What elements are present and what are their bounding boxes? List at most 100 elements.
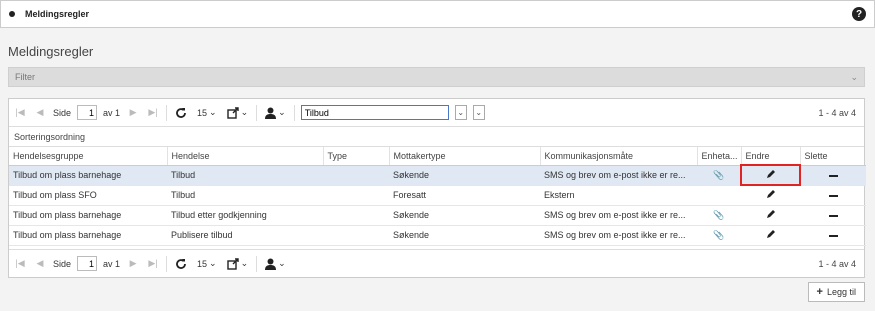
- cell-comm: Ekstern: [540, 185, 697, 206]
- first-page-icon[interactable]: |◀: [13, 105, 27, 121]
- page-size-select[interactable]: 15 ⌄: [195, 256, 219, 272]
- cell-comm: SMS og brev om e-post ikke er re...: [540, 225, 697, 246]
- pager-bottom: |◀ ◀ Side av 1 ▶ ▶| 15 ⌄ ⌄ ⌄ 1 - 4 av 4: [9, 249, 864, 277]
- user-menu-button[interactable]: ⌄: [263, 256, 288, 272]
- of-label: av 1: [103, 258, 121, 269]
- search-dropdown-icon[interactable]: ⌄: [472, 105, 485, 120]
- page-number-input[interactable]: [77, 105, 98, 120]
- column-header[interactable]: Hendelsesgruppe: [9, 147, 168, 166]
- user-menu-button[interactable]: ⌄: [263, 105, 288, 121]
- chevron-down-icon: ⌄: [278, 107, 286, 117]
- bullet-icon: [9, 11, 15, 17]
- app-header: Meldingsregler ?: [0, 0, 875, 28]
- side-label: Side: [53, 107, 72, 118]
- divider: [166, 104, 168, 121]
- record-count: 1 - 4 av 4: [818, 107, 856, 118]
- pencil-icon: [766, 190, 775, 198]
- cell-type: [323, 165, 389, 186]
- refresh-icon[interactable]: [173, 256, 189, 272]
- rules-table: Hendelsesgruppe Hendelse Type Mottakerty…: [9, 147, 866, 246]
- pencil-icon: [766, 170, 775, 178]
- cell-type: [323, 185, 389, 206]
- next-page-icon[interactable]: ▶: [126, 105, 140, 121]
- page-size-select[interactable]: 15 ⌄: [195, 105, 219, 121]
- paperclip-icon[interactable]: 📎: [697, 225, 741, 246]
- chevron-down-icon: ⌄: [209, 107, 217, 117]
- page-number-input[interactable]: [77, 256, 98, 271]
- edit-button[interactable]: [741, 225, 800, 246]
- minus-icon: [828, 234, 838, 237]
- divider: [256, 104, 258, 121]
- export-button[interactable]: ⌄: [225, 105, 251, 121]
- delete-button[interactable]: [800, 165, 866, 186]
- table-row[interactable]: Tilbud om plass barnehage Tilbud Søkende…: [9, 164, 866, 186]
- cell-event: Tilbud etter godkjenning: [167, 205, 323, 226]
- sort-order-label: Sorteringsordning: [14, 131, 86, 142]
- of-label: av 1: [103, 107, 121, 118]
- column-header[interactable]: Enheta...: [697, 147, 742, 166]
- header-title: Meldingsregler: [25, 9, 90, 19]
- cell-type: [323, 205, 389, 226]
- pencil-icon: [766, 230, 775, 238]
- edit-button[interactable]: [741, 185, 800, 206]
- cell-group: Tilbud om plass barnehage: [9, 225, 167, 246]
- chevron-down-icon: ⌄: [209, 258, 217, 268]
- page-title: Meldingsregler: [8, 44, 94, 59]
- plus-icon: +: [816, 286, 823, 298]
- paperclip-icon[interactable]: 📎: [697, 205, 741, 226]
- column-header[interactable]: Slette: [800, 147, 866, 166]
- last-page-icon[interactable]: ▶|: [146, 256, 160, 272]
- add-button[interactable]: + Legg til: [807, 282, 865, 302]
- cell-event: Tilbud: [167, 165, 323, 186]
- search-dropdown-icon[interactable]: ⌄: [454, 105, 467, 120]
- first-page-icon[interactable]: |◀: [13, 256, 27, 272]
- page-size-value: 15: [197, 258, 208, 269]
- prev-page-icon[interactable]: ◀: [33, 256, 47, 272]
- last-page-icon[interactable]: ▶|: [146, 105, 160, 121]
- attachment-cell: [697, 185, 741, 206]
- column-header[interactable]: Type: [323, 147, 390, 166]
- export-icon: [226, 106, 239, 119]
- prev-page-icon[interactable]: ◀: [33, 105, 47, 121]
- export-button[interactable]: ⌄: [225, 256, 251, 272]
- search-input[interactable]: [300, 105, 449, 120]
- column-header-edit[interactable]: Endre: [741, 147, 801, 166]
- help-icon[interactable]: ?: [852, 7, 866, 21]
- divider: [166, 255, 168, 272]
- column-header[interactable]: Kommunikasjonsmåte: [540, 147, 698, 166]
- paperclip-icon[interactable]: 📎: [697, 165, 741, 186]
- next-page-icon[interactable]: ▶: [126, 256, 140, 272]
- chevron-down-icon: ⌄: [278, 258, 286, 268]
- column-header[interactable]: Mottakertype: [389, 147, 541, 166]
- sort-order-bar[interactable]: Sorteringsordning: [9, 127, 864, 147]
- edit-button[interactable]: [741, 205, 800, 226]
- minus-icon: [828, 174, 838, 177]
- user-icon: [265, 258, 277, 270]
- column-header[interactable]: Hendelse: [167, 147, 324, 166]
- cell-comm: SMS og brev om e-post ikke er re...: [540, 165, 697, 186]
- cell-recipient: Søkende: [389, 225, 540, 246]
- delete-button[interactable]: [800, 205, 866, 226]
- table-row[interactable]: Tilbud om plass SFO Tilbud Foresatt Ekst…: [9, 185, 866, 206]
- cell-type: [323, 225, 389, 246]
- cell-recipient: Søkende: [389, 205, 540, 226]
- divider: [256, 255, 258, 272]
- delete-button[interactable]: [800, 185, 866, 206]
- delete-button[interactable]: [800, 225, 866, 246]
- cell-group: Tilbud om plass barnehage: [9, 165, 167, 186]
- chevron-down-icon[interactable]: ⌄: [850, 72, 858, 83]
- filter-label: Filter: [15, 72, 35, 82]
- filter-panel[interactable]: Filter ⌄: [8, 67, 865, 87]
- page-size-value: 15: [197, 107, 208, 118]
- refresh-icon[interactable]: [173, 105, 189, 121]
- table-row[interactable]: Tilbud om plass barnehage Publisere tilb…: [9, 225, 866, 246]
- export-icon: [226, 257, 239, 270]
- add-button-label: Legg til: [826, 287, 856, 297]
- cell-event: Tilbud: [167, 185, 323, 206]
- table-row[interactable]: Tilbud om plass barnehage Tilbud etter g…: [9, 205, 866, 226]
- edit-cell-highlighted[interactable]: [740, 164, 801, 186]
- cell-comm: SMS og brev om e-post ikke er re...: [540, 205, 697, 226]
- record-count: 1 - 4 av 4: [818, 258, 856, 269]
- pager-top: |◀ ◀ Side av 1 ▶ ▶| 15 ⌄ ⌄ ⌄ ⌄ ⌄ 1 - 4 a…: [9, 99, 864, 127]
- minus-icon: [828, 214, 838, 217]
